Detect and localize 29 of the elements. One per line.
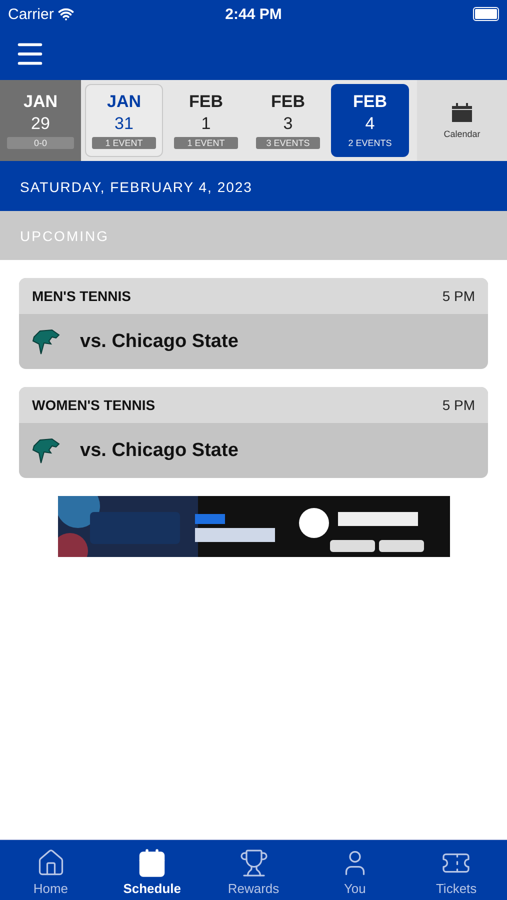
event-card[interactable]: WOMEN'S TENNIS 5 PM vs. Chicago State — [19, 387, 488, 478]
opponent-name: vs. Chicago State — [80, 440, 238, 462]
event-time: 5 PM — [442, 397, 475, 413]
date-tab[interactable]: FEB 3 3 EVENTS — [249, 84, 327, 157]
calendar-button[interactable]: Calendar — [417, 80, 507, 161]
date-tab[interactable]: JAN 31 1 EVENT — [85, 84, 163, 157]
battery-icon — [473, 7, 499, 21]
calendar-icon — [451, 102, 473, 122]
tab-bar-item[interactable]: Schedule — [101, 840, 203, 900]
sport-name: MEN'S TENNIS — [32, 288, 132, 304]
cat-logo-icon — [32, 438, 60, 464]
date-tab[interactable]: FEB 1 1 EVENT — [167, 84, 245, 157]
trophy-icon — [238, 848, 269, 878]
tab-bar-item[interactable]: Tickets — [406, 840, 507, 900]
tab-bar-item[interactable]: Home — [0, 840, 102, 900]
opponent-name: vs. Chicago State — [80, 330, 238, 352]
tab-bar-item[interactable]: You — [304, 840, 406, 900]
sport-name: WOMEN'S TENNIS — [32, 397, 156, 413]
wifi-icon — [58, 6, 74, 22]
date-tab[interactable]: FEB 4 2 EVENTS — [331, 84, 409, 157]
tab-bar-item[interactable]: Rewards — [202, 840, 304, 900]
event-card[interactable]: MEN'S TENNIS 5 PM vs. Chicago State — [19, 278, 488, 369]
carrier-label: Carrier — [8, 6, 54, 22]
event-time: 5 PM — [442, 288, 475, 304]
calendar-icon — [137, 848, 168, 878]
date-heading: SATURDAY, FEBRUARY 4, 2023 — [20, 178, 252, 194]
status-time: 2:44 PM — [225, 6, 282, 22]
date-tab[interactable]: JAN 29 0-0 — [0, 80, 81, 161]
cat-logo-icon — [32, 328, 60, 354]
